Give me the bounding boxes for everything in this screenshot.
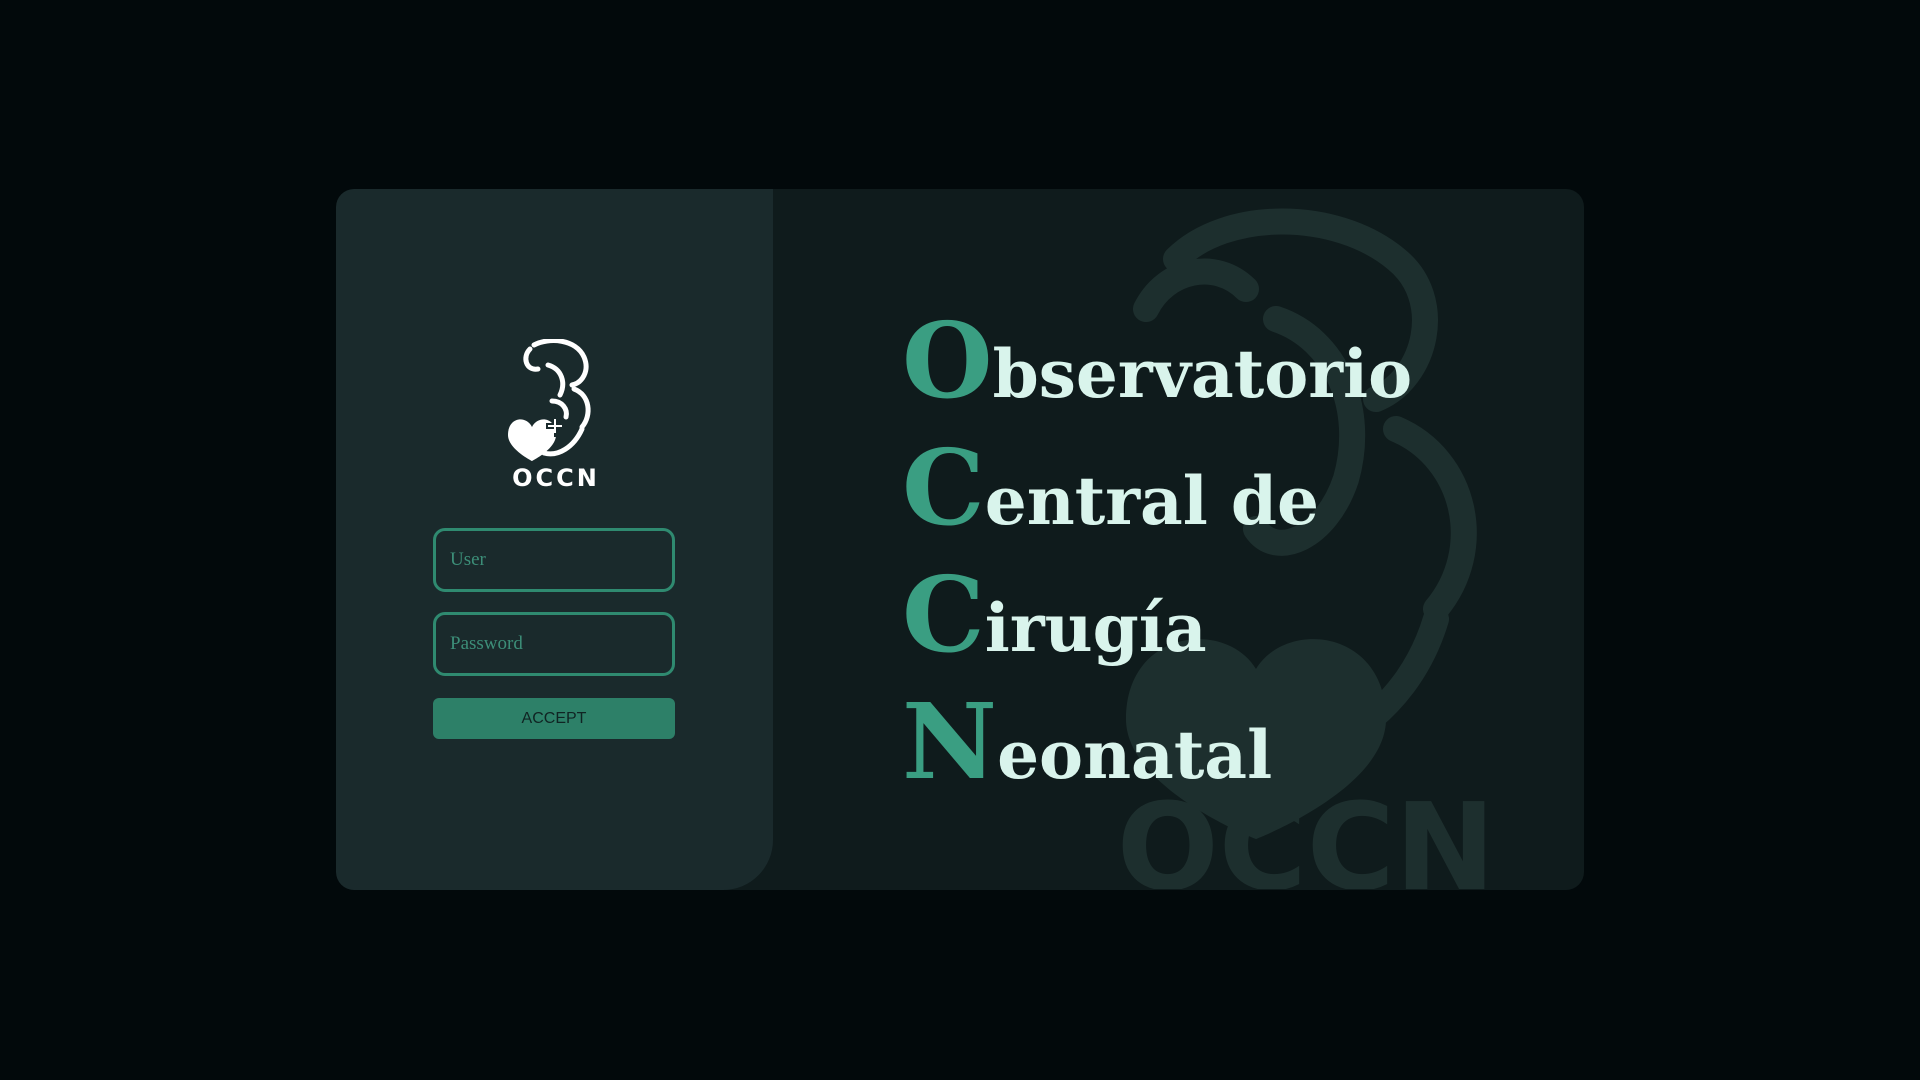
logo: OCCN xyxy=(504,339,608,499)
title-line: Observatorio xyxy=(902,297,1502,424)
title-line: Neonatal xyxy=(902,678,1502,805)
title-initial: C xyxy=(902,426,985,549)
title-initial: N xyxy=(902,680,998,803)
accept-button[interactable]: ACCEPT xyxy=(433,698,675,739)
password-input[interactable] xyxy=(433,612,675,676)
login-panel: OCCN ACCEPT xyxy=(336,189,773,890)
title-word: bservatorio xyxy=(992,335,1413,413)
user-input[interactable] xyxy=(433,528,675,592)
mother-baby-heart-logo-icon xyxy=(508,339,591,461)
login-card: OCCN OCCN ACCEPT xyxy=(336,189,1584,890)
title-line: Cirugía xyxy=(902,551,1502,678)
title-initial: O xyxy=(902,299,993,422)
logo-text: OCCN xyxy=(512,464,600,492)
title-word: irugía xyxy=(984,589,1207,667)
app-title: Observatorio Central de Cirugía Neonatal xyxy=(902,297,1502,805)
title-line: Central de xyxy=(902,424,1502,551)
title-word: entral de xyxy=(984,462,1319,540)
title-initial: C xyxy=(902,553,985,676)
title-word: eonatal xyxy=(997,716,1273,794)
